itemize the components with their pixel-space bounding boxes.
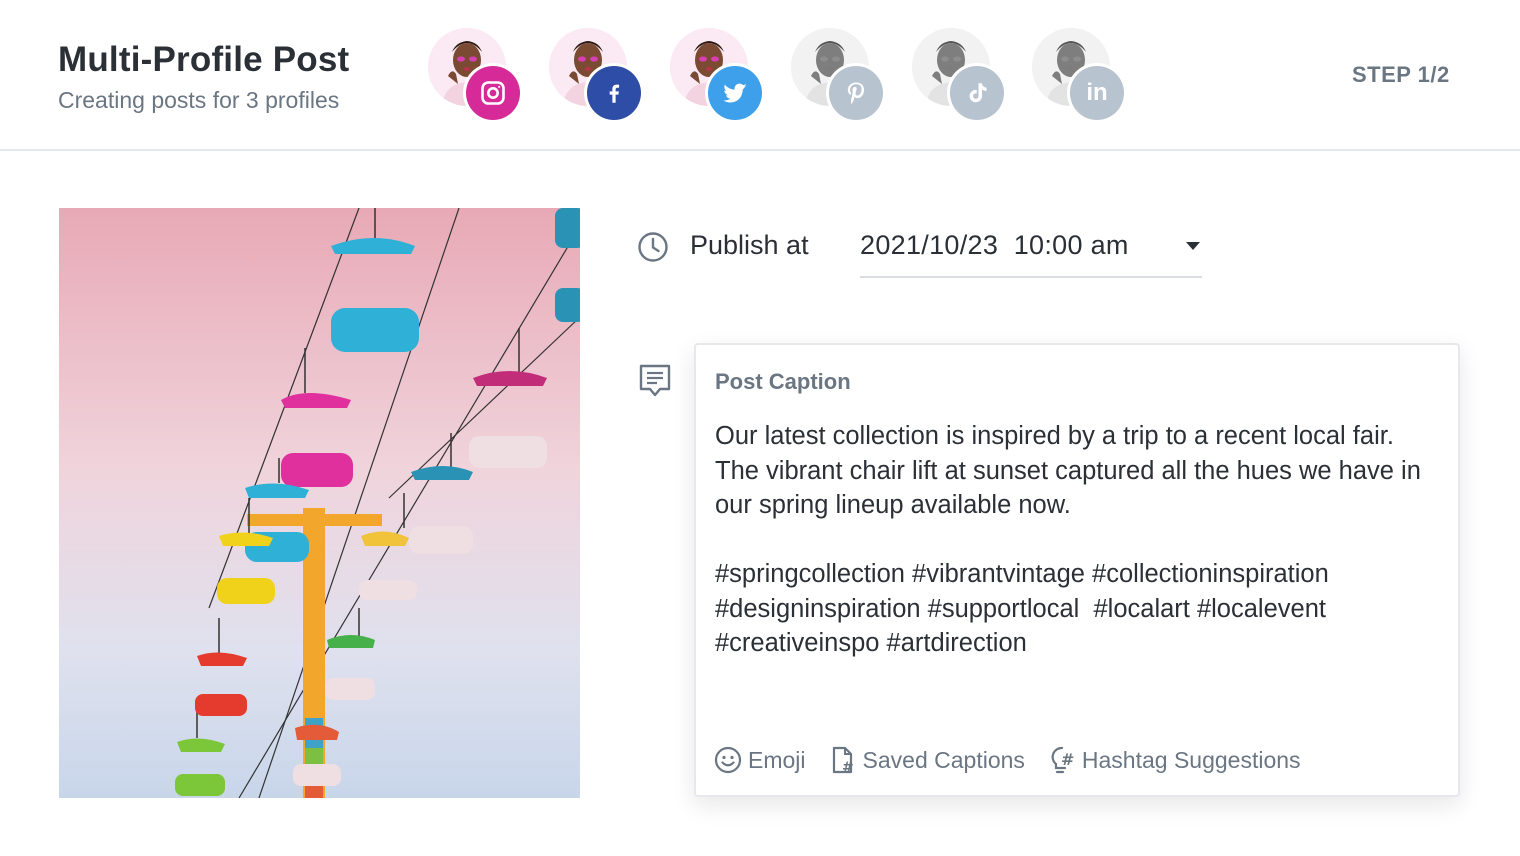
- caption-textarea[interactable]: Our latest collection is inspired by a t…: [715, 419, 1435, 661]
- profile-facebook[interactable]: [549, 28, 649, 128]
- facebook-icon: [587, 66, 641, 120]
- lightbulb-hashtag-icon: #: [1051, 746, 1074, 774]
- caption-editor[interactable]: Post Caption Our latest collection is in…: [694, 343, 1460, 797]
- chevron-down-icon: [1186, 242, 1200, 250]
- tiktok-icon: [950, 66, 1004, 120]
- profile-linkedin[interactable]: in: [1032, 28, 1132, 128]
- profile-instagram[interactable]: [428, 28, 528, 128]
- caption-label: Post Caption: [715, 369, 851, 394]
- svg-text:#: #: [842, 760, 854, 775]
- smiley-icon: [714, 746, 742, 774]
- instagram-icon: [466, 66, 520, 120]
- linkedin-icon: in: [1070, 66, 1124, 120]
- pinterest-icon: [829, 66, 883, 120]
- clock-icon: [638, 232, 668, 262]
- emoji-button[interactable]: Emoji: [713, 745, 806, 775]
- hashtag-suggestions-button[interactable]: # Hashtag Suggestions: [1047, 745, 1301, 775]
- profile-tiktok[interactable]: [912, 28, 1012, 128]
- step-indicator: STEP 1/2: [1352, 62, 1450, 87]
- saved-captions-button[interactable]: # Saved Captions: [828, 745, 1025, 775]
- page-subtitle: Creating posts for 3 profiles: [58, 87, 340, 113]
- header: Multi-Profile Post Creating posts for 3 …: [0, 0, 1520, 151]
- publish-date-select[interactable]: 2021/10/23 10:00 am: [860, 226, 1202, 278]
- svg-text:#: #: [1061, 750, 1074, 769]
- publish-at-label: Publish at: [690, 230, 809, 260]
- page-title: Multi-Profile Post: [58, 40, 350, 79]
- profile-twitter[interactable]: [670, 28, 770, 128]
- document-hashtag-icon: #: [832, 746, 854, 775]
- twitter-icon: [708, 66, 762, 120]
- emoji-label: Emoji: [748, 746, 806, 773]
- profile-pinterest[interactable]: [791, 28, 891, 128]
- saved-captions-label: Saved Captions: [862, 746, 1025, 773]
- caption-toolbar: Emoji # Saved Captions # Hashtag Suggest…: [713, 743, 1323, 777]
- post-image: [59, 208, 580, 798]
- hashtag-suggestions-label: Hashtag Suggestions: [1081, 746, 1301, 773]
- publish-date-value: 2021/10/23 10:00 am: [860, 230, 1129, 260]
- comment-icon: [639, 364, 671, 397]
